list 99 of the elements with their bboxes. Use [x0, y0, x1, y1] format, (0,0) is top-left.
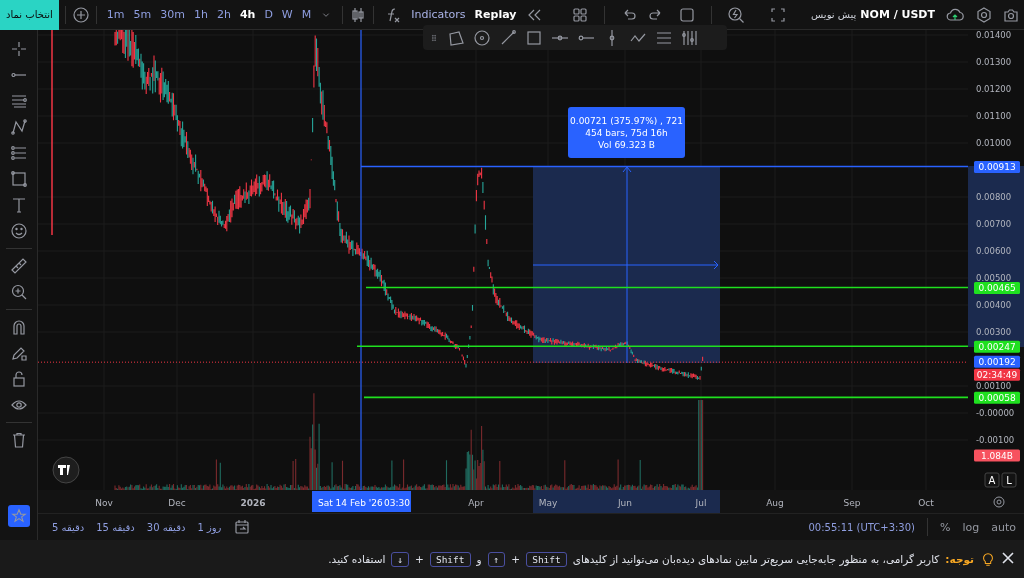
conjunction-text: و	[476, 553, 482, 565]
plus-sign: +	[511, 553, 521, 565]
measure-readout: 454 bars, 75d 16h	[585, 127, 668, 138]
price-label: 0.01200	[976, 83, 1012, 94]
price-label: 0.00700	[976, 218, 1012, 229]
price-label: 0.00600	[976, 245, 1012, 256]
star-icon	[10, 508, 27, 524]
fibonacci-icon[interactable]	[9, 144, 28, 162]
price-label: 0.01300	[976, 56, 1012, 67]
scale-option-button[interactable]: auto	[991, 520, 1016, 534]
pattern-icon[interactable]	[9, 118, 28, 136]
settings-icon[interactable]	[975, 5, 993, 24]
time-label: Aug	[766, 498, 784, 508]
square-icon[interactable]	[678, 5, 697, 24]
plus-sign: +	[415, 553, 424, 565]
notice-text: کاربر گرامی، به منظور جابه‌جایی سریع‌تر مابین نمادهای دیده‌بان می‌توانید از کلیدهای	[572, 553, 940, 565]
price-label: -0.00000	[976, 407, 1015, 418]
interval-button[interactable]: 30 دقیقه	[146, 521, 186, 533]
time-label: Nov	[95, 498, 113, 508]
timeframe-tab[interactable]: 2h	[216, 8, 231, 21]
price-tag-label: 0.00465	[978, 282, 1016, 293]
trend-line-icon[interactable]	[499, 28, 517, 47]
time-label: May	[538, 498, 558, 508]
horizontal-line[interactable]	[356, 345, 969, 348]
favorites-button[interactable]	[7, 505, 30, 527]
draft-label: پیش نویس	[811, 9, 857, 20]
price-tag-label: 0.00913	[978, 162, 1016, 172]
ruler-icon[interactable]	[9, 257, 28, 275]
scale-option-button[interactable]: log	[962, 520, 980, 534]
clock-time: 00:55:11 (UTC+3:30)	[808, 521, 915, 533]
measure-readout: 0.00721 (375.97%) , 721	[570, 115, 683, 126]
time-label: Oct	[918, 498, 934, 508]
logo-icon	[52, 456, 80, 484]
symbol-name[interactable]: NOM / USDT	[860, 8, 935, 21]
horizontal-line[interactable]	[365, 286, 969, 289]
timeframe-tab[interactable]: M	[301, 8, 312, 21]
polygon-icon[interactable]	[447, 28, 465, 47]
replay-button[interactable]: Replay	[474, 8, 517, 21]
zoom-in-icon[interactable]	[9, 283, 28, 301]
notice-label: توجه:	[945, 553, 974, 565]
price-label: 0.00100	[976, 380, 1012, 391]
lightning-search-icon[interactable]	[727, 5, 746, 24]
timeframe-tab[interactable]: D	[264, 8, 273, 21]
smiley-icon[interactable]	[9, 222, 28, 240]
settings-icon[interactable]	[993, 496, 1005, 508]
time-label: Jul	[695, 498, 707, 508]
scale-toggle[interactable]: A	[984, 472, 1000, 488]
timeframe-tab[interactable]: 1h	[193, 8, 208, 21]
price-tag-label: 0.00058	[978, 392, 1016, 403]
time-label: Dec	[168, 498, 186, 508]
interval-button[interactable]: 5 دقیقه	[52, 521, 85, 533]
price-label: 0.00500	[976, 272, 1012, 283]
price-label: -0.00100	[976, 434, 1015, 445]
price-tag-label: 1.084B	[981, 450, 1013, 461]
timeframe-tab[interactable]: W	[281, 8, 293, 21]
lightbulb-icon	[980, 551, 996, 567]
timeframe-tab[interactable]: 30m	[160, 8, 185, 21]
price-label: 0.00300	[976, 326, 1012, 337]
crosshair-icon[interactable]	[9, 40, 28, 58]
parallel-lines-icon[interactable]	[9, 92, 28, 110]
symbol-search-button[interactable]: انتخاب نماد	[0, 0, 59, 30]
crosshair-date: Sat 14 Feb '26	[318, 498, 383, 508]
horizontal-line[interactable]	[363, 396, 969, 399]
add-icon[interactable]	[71, 5, 90, 24]
interval-button[interactable]: 15 دقیقه	[96, 521, 135, 533]
price-tag-label: 0.00192	[978, 356, 1016, 367]
time-label: Sep	[843, 498, 861, 508]
notice-text: استفاده کنید.	[328, 553, 386, 565]
price-tag-label: 0.00247	[978, 341, 1016, 352]
keyboard-key: ↑	[487, 551, 506, 567]
price-tag-label: 02:34:49	[976, 369, 1018, 380]
price-label: 0.01400	[976, 30, 1012, 40]
keyboard-key: Shift	[429, 551, 471, 567]
layout-grid-icon[interactable]	[571, 5, 590, 24]
scale-option-button[interactable]: %	[940, 520, 951, 534]
time-label: Apr	[468, 498, 484, 508]
timeframe-tab[interactable]: 4h	[239, 8, 256, 21]
measure-readout: Vol 69.323 B	[598, 139, 655, 150]
timeframe-tab[interactable]: 1m	[106, 8, 125, 21]
target-icon[interactable]	[473, 28, 491, 47]
keyboard-key: Shift	[526, 551, 567, 567]
keyboard-key: ↓	[391, 551, 410, 567]
measure-arrow[interactable]	[622, 166, 632, 364]
fullscreen-icon[interactable]	[769, 5, 788, 24]
rectangle-tool-icon[interactable]	[9, 170, 28, 188]
interval-button[interactable]: روز 1	[197, 521, 222, 533]
price-label: 0.01000	[976, 137, 1012, 148]
price-label: 0.01100	[976, 110, 1012, 121]
indicators-button[interactable]: Indicators	[411, 8, 466, 21]
time-label: Jun	[617, 498, 633, 508]
price-label: 0.00400	[976, 299, 1012, 310]
scale-toggle[interactable]: L	[1001, 472, 1017, 488]
calendar-range-icon[interactable]	[233, 518, 252, 536]
price-label: 0.00800	[976, 191, 1012, 202]
time-label: 2026	[240, 498, 266, 508]
rectangle-tool-icon[interactable]	[525, 28, 543, 47]
timeframe-tab[interactable]: 5m	[133, 8, 152, 21]
vertical-lines-icon[interactable]	[681, 28, 699, 47]
crosshair-time: 03:30	[384, 498, 410, 508]
